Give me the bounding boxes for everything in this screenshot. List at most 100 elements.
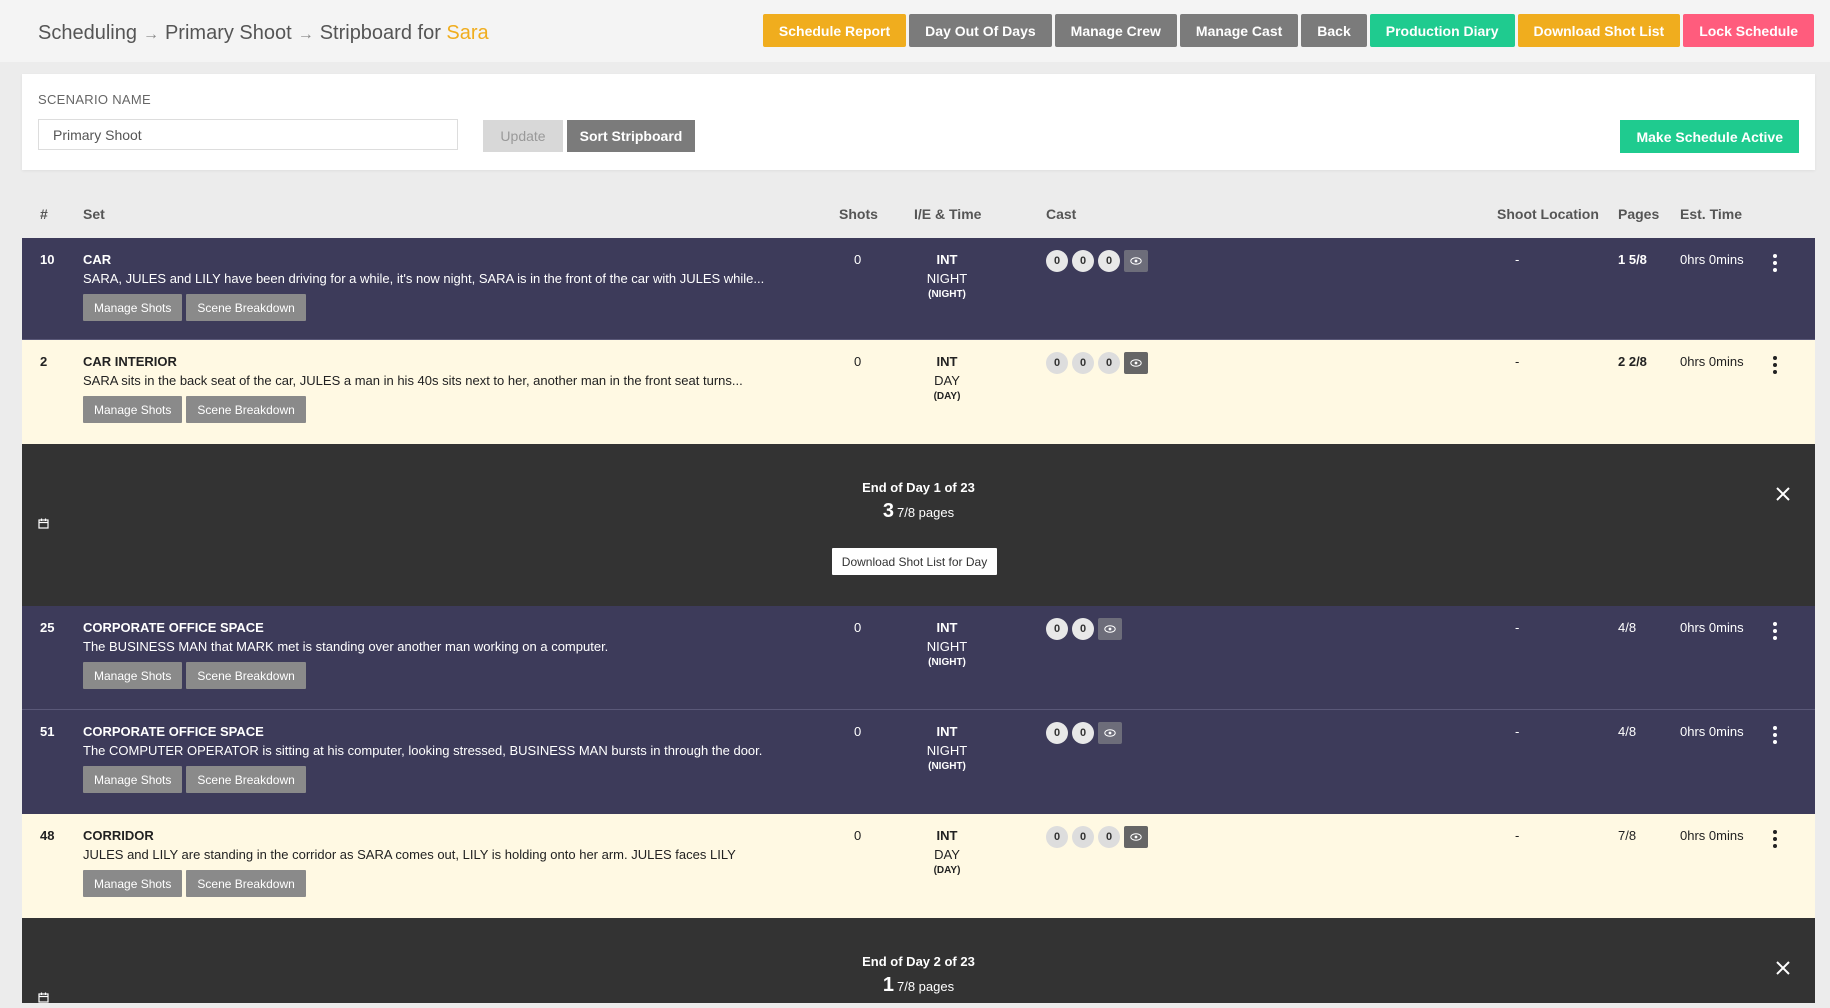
cast-list: 0 0: [1046, 618, 1122, 640]
manage-shots-button[interactable]: Manage Shots: [83, 396, 183, 423]
cast-badge[interactable]: 0: [1072, 250, 1094, 272]
est-time: 0hrs 0mins: [1680, 252, 1744, 267]
scene-row[interactable]: 25 CORPORATE OFFICE SPACE The BUSINESS M…: [22, 606, 1815, 710]
scene-actions: Manage Shots Scene Breakdown: [83, 662, 306, 689]
more-options-icon[interactable]: [1773, 726, 1779, 744]
shots-count: 0: [854, 252, 862, 267]
eye-icon[interactable]: [1098, 618, 1122, 640]
close-icon[interactable]: [1775, 486, 1791, 507]
est-time: 0hrs 0mins: [1680, 828, 1744, 843]
scene-set: CORRIDOR: [83, 828, 154, 843]
eye-icon[interactable]: [1098, 722, 1122, 744]
breadcrumb-stripboard: Stripboard for: [319, 22, 441, 44]
int-ext: INT: [936, 252, 958, 267]
scene-set: CORPORATE OFFICE SPACE: [83, 724, 264, 739]
more-options-icon[interactable]: [1773, 830, 1779, 848]
production-diary-button[interactable]: Production Diary: [1369, 14, 1515, 47]
breadcrumb: Scheduling → Primary Shoot → Stripboard for …: [38, 22, 489, 45]
time-of-day: DAY: [934, 373, 960, 388]
col-num: #: [40, 206, 48, 222]
eye-icon[interactable]: [1124, 352, 1148, 374]
eye-icon[interactable]: [1124, 250, 1148, 272]
shoot-location: -: [1515, 252, 1520, 267]
calendar-icon[interactable]: [38, 990, 49, 1008]
download-shot-list-button[interactable]: Download Shot List: [1517, 14, 1681, 47]
scene-description: JULES and LILY are standing in the corri…: [83, 847, 736, 862]
day-break: End of Day 2 of 23 1 7/8 pages: [22, 918, 1815, 1003]
scene-set: CAR: [83, 252, 112, 267]
scene-breakdown-button[interactable]: Scene Breakdown: [186, 396, 306, 423]
cast-list: 0 0 0: [1046, 250, 1148, 272]
update-button[interactable]: Update: [483, 120, 563, 152]
cast-badge[interactable]: 0: [1046, 722, 1068, 744]
manage-cast-button[interactable]: Manage Cast: [1179, 14, 1299, 47]
col-location: Shoot Location: [1497, 206, 1599, 222]
cast-list: 0 0 0: [1046, 352, 1148, 374]
sort-stripboard-button[interactable]: Sort Stripboard: [567, 120, 695, 152]
more-options-icon[interactable]: [1773, 356, 1779, 374]
cast-badge[interactable]: 0: [1072, 352, 1094, 374]
eye-icon[interactable]: [1124, 826, 1148, 848]
int-ext: INT: [936, 724, 958, 739]
cast-list: 0 0: [1046, 722, 1122, 744]
col-cast: Cast: [1046, 206, 1077, 222]
scenario-panel: SCENARIO NAME Update Sort Stripboard Mak…: [22, 74, 1815, 170]
download-shot-list-for-day-button[interactable]: Download Shot List for Day: [832, 548, 997, 575]
col-shots: Shots: [839, 206, 878, 222]
cast-badge[interactable]: 0: [1072, 722, 1094, 744]
manage-shots-button[interactable]: Manage Shots: [83, 294, 183, 321]
int-ext: INT: [936, 354, 958, 369]
close-icon[interactable]: [1775, 960, 1791, 981]
time-of-day-sub: (DAY): [933, 391, 961, 402]
time-of-day-sub: (NIGHT): [928, 657, 966, 668]
scene-row[interactable]: 48 CORRIDOR JULES and LILY are standing …: [22, 814, 1815, 918]
cast-badge[interactable]: 0: [1098, 826, 1120, 848]
cast-badge[interactable]: 0: [1072, 826, 1094, 848]
cast-badge[interactable]: 0: [1046, 352, 1068, 374]
shoot-location: -: [1515, 354, 1520, 369]
cast-badge[interactable]: 0: [1098, 250, 1120, 272]
scene-number: 2: [40, 354, 48, 369]
scene-description: The BUSINESS MAN that MARK met is standi…: [83, 639, 609, 654]
manage-shots-button[interactable]: Manage Shots: [83, 662, 183, 689]
arrow-icon: →: [297, 26, 314, 43]
make-schedule-active-button[interactable]: Make Schedule Active: [1620, 120, 1799, 153]
breadcrumb-scheduling[interactable]: Scheduling: [38, 22, 137, 44]
scene-row[interactable]: 51 CORPORATE OFFICE SPACE The COMPUTER O…: [22, 710, 1815, 814]
scene-breakdown-button[interactable]: Scene Breakdown: [186, 766, 306, 793]
scene-number: 25: [40, 620, 55, 635]
scene-description: SARA sits in the back seat of the car, J…: [83, 373, 743, 388]
cast-badge[interactable]: 0: [1072, 618, 1094, 640]
schedule-report-button[interactable]: Schedule Report: [762, 14, 907, 47]
pages-value: 7/8: [1618, 828, 1637, 843]
manage-shots-button[interactable]: Manage Shots: [83, 870, 183, 897]
day-break-pages: 3 7/8 pages: [22, 500, 1815, 523]
cast-badge[interactable]: 0: [1046, 250, 1068, 272]
scene-row[interactable]: 10 CAR SARA, JULES and LILY have been dr…: [22, 238, 1815, 340]
scene-number: 48: [40, 828, 55, 843]
arrow-icon: →: [142, 26, 159, 43]
cast-badge[interactable]: 0: [1046, 826, 1068, 848]
scene-breakdown-button[interactable]: Scene Breakdown: [186, 294, 306, 321]
cast-badge[interactable]: 0: [1046, 618, 1068, 640]
cast-badge[interactable]: 0: [1098, 352, 1120, 374]
shots-count: 0: [854, 828, 862, 843]
scene-breakdown-button[interactable]: Scene Breakdown: [186, 662, 306, 689]
time-of-day-sub: (NIGHT): [928, 289, 966, 300]
scene-row[interactable]: 2 CAR INTERIOR SARA sits in the back sea…: [22, 340, 1815, 444]
scene-set: CAR INTERIOR: [83, 354, 177, 369]
day-break-pages: 1 7/8 pages: [22, 974, 1815, 997]
lock-schedule-button[interactable]: Lock Schedule: [1683, 14, 1814, 47]
manage-shots-button[interactable]: Manage Shots: [83, 766, 183, 793]
calendar-icon[interactable]: [38, 516, 49, 534]
more-options-icon[interactable]: [1773, 622, 1779, 640]
more-options-icon[interactable]: [1773, 254, 1779, 272]
scene-set: CORPORATE OFFICE SPACE: [83, 620, 264, 635]
scenario-name-input[interactable]: [38, 119, 458, 150]
breadcrumb-primary-shoot[interactable]: Primary Shoot: [165, 22, 292, 44]
back-button[interactable]: Back: [1301, 14, 1367, 47]
scene-breakdown-button[interactable]: Scene Breakdown: [186, 870, 306, 897]
pages-value: 4/8: [1618, 724, 1637, 739]
manage-crew-button[interactable]: Manage Crew: [1054, 14, 1177, 47]
day-out-of-days-button[interactable]: Day Out Of Days: [909, 14, 1052, 47]
